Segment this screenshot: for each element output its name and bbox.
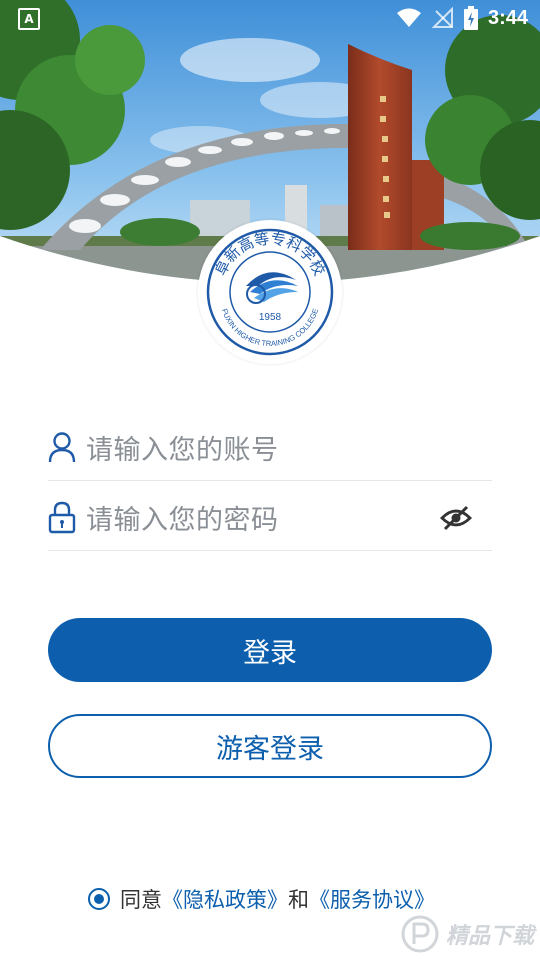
watermark: 精品下载 (400, 914, 534, 954)
agreement-prefix: 同意 (120, 888, 162, 912)
account-field[interactable]: 请输入您的账号 (48, 414, 492, 481)
password-visibility-toggle-icon[interactable] (440, 504, 472, 532)
wifi-icon (396, 8, 421, 27)
agree-radio[interactable] (88, 888, 110, 910)
password-field[interactable]: 请输入您的密码 (48, 484, 492, 551)
watermark-text: 精品下载 (445, 924, 534, 949)
user-icon (48, 432, 76, 463)
status-time: 3:44 (487, 6, 528, 29)
guest-login-button[interactable]: 游客登录 (48, 714, 492, 778)
no-signal-icon (431, 7, 453, 28)
college-emblem: 阜新高等专科学校 FUXIN HIGHER TRAINING COLLEGE 1… (202, 224, 338, 360)
service-agreement-link[interactable]: 《服务协议》 (309, 884, 435, 914)
notification-app-icon: A (18, 8, 40, 30)
agreement-conjunction: 和 (288, 888, 309, 912)
lock-icon (48, 501, 76, 534)
battery-charging-icon (463, 6, 478, 30)
status-icons: 3:44 (396, 4, 528, 32)
login-button[interactable]: 登录 (48, 618, 492, 682)
agree-radio-dot (94, 894, 104, 904)
watermark-logo-icon (401, 915, 439, 953)
agreement-row: 同意 《隐私政策》 和 《服务协议》 (88, 884, 435, 914)
college-logo: 阜新高等专科学校 FUXIN HIGHER TRAINING COLLEGE 1… (198, 220, 342, 364)
privacy-policy-link[interactable]: 《隐私政策》 (162, 884, 288, 914)
logo-year: 1958 (259, 312, 282, 323)
password-input-placeholder: 请输入您的密码 (86, 505, 279, 536)
status-bar: A 3:44 (0, 0, 540, 36)
account-input-placeholder: 请输入您的账号 (86, 435, 279, 466)
